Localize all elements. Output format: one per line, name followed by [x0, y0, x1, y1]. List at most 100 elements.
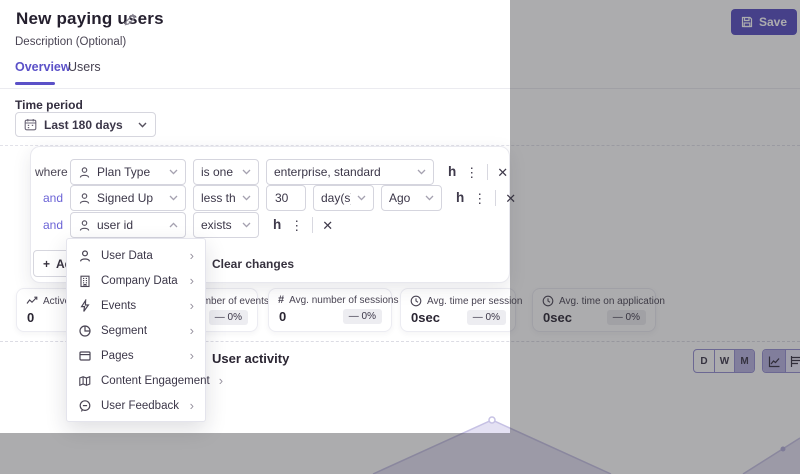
active-users-icon — [26, 295, 38, 307]
menu-item-events[interactable]: Events › — [67, 293, 205, 318]
delta-badge: — 0% — [606, 310, 646, 325]
number-icon: # — [278, 294, 285, 306]
divider — [487, 164, 489, 180]
nest-condition-icon[interactable]: h — [456, 191, 464, 205]
conjunction-label: and — [42, 218, 63, 232]
active-tab-underline — [15, 82, 55, 85]
filter-row: and Signed Up less than 30 day(s) Ago h — [35, 185, 516, 211]
activity-area-chart — [372, 416, 800, 474]
operator-select[interactable]: is one of — [193, 159, 259, 185]
tab-overview[interactable]: Overview — [15, 60, 71, 74]
conjunction-label: where — [35, 165, 68, 179]
value-select[interactable]: enterprise, standard — [266, 159, 434, 185]
plus-icon: + — [43, 256, 51, 271]
line-chart-icon — [768, 355, 781, 368]
table-rows-icon — [790, 355, 800, 368]
chevron-down-icon — [357, 195, 366, 201]
user-icon — [78, 249, 92, 263]
filter-row: where Plan Type is one of enterprise, st… — [35, 159, 508, 185]
table-view-button[interactable] — [785, 350, 800, 372]
field-select[interactable]: Signed Up — [70, 185, 186, 211]
field-select[interactable]: Plan Type — [70, 159, 186, 185]
filter-row: and user id exists h ⋮ ✕ — [35, 212, 333, 238]
chevron-right-icon: › — [189, 348, 194, 363]
delta-badge: — 0% — [466, 310, 506, 325]
delta-badge: — 0% — [208, 310, 248, 325]
user-icon — [78, 192, 91, 205]
direction-select[interactable]: Ago — [381, 185, 442, 211]
chevron-right-icon: › — [189, 398, 194, 413]
chevron-down-icon — [138, 122, 147, 128]
clear-changes-button[interactable]: Clear changes — [212, 257, 294, 271]
chevron-down-icon — [169, 169, 178, 175]
save-icon — [741, 16, 753, 28]
page-title: New paying users — [16, 9, 164, 28]
edit-title-icon[interactable] — [123, 12, 138, 32]
divider — [495, 190, 497, 206]
backdrop-overlay — [510, 0, 800, 474]
time-period-label: Time period — [15, 98, 83, 112]
operator-select[interactable]: less than — [193, 185, 259, 211]
save-button[interactable]: Save — [731, 9, 798, 35]
menu-item-pages[interactable]: Pages › — [67, 343, 205, 368]
menu-item-user-data[interactable]: User Data › — [67, 243, 205, 268]
user-icon — [78, 166, 91, 179]
kebab-menu-icon[interactable]: ⋮ — [290, 219, 303, 232]
data-point-marker — [780, 446, 786, 452]
tab-users[interactable]: Users — [68, 60, 101, 74]
header-divider — [0, 88, 800, 89]
chevron-right-icon: › — [189, 273, 194, 288]
pages-icon — [78, 349, 92, 363]
chevron-right-icon: › — [218, 373, 224, 388]
content-engagement-icon — [78, 374, 92, 388]
line-chart-button[interactable] — [763, 350, 785, 372]
clock-icon — [410, 295, 422, 307]
metric-card: Avg. time on application 0sec — 0% — [532, 288, 665, 332]
events-icon — [78, 298, 92, 313]
conjunction-label: and — [42, 191, 63, 205]
chevron-down-icon — [169, 195, 178, 201]
time-period-value: Last 180 days — [44, 117, 123, 132]
chevron-up-icon — [169, 222, 178, 228]
chevron-down-icon — [242, 222, 251, 228]
granularity-toggle: D W M — [693, 349, 755, 373]
calendar-icon — [24, 118, 37, 131]
nest-condition-icon[interactable]: h — [273, 218, 281, 232]
granularity-week-button[interactable]: W — [714, 350, 734, 372]
analytics-page: New paying users Description (Optional) … — [0, 0, 800, 474]
menu-item-segment[interactable]: Segment › — [67, 318, 205, 343]
chart-type-toggle — [762, 349, 800, 373]
user-icon — [78, 219, 91, 232]
kebab-menu-icon[interactable]: ⋮ — [473, 192, 486, 205]
description-field[interactable]: Description (Optional) — [15, 36, 126, 48]
granularity-month-button[interactable]: M — [734, 350, 754, 372]
chevron-right-icon: › — [189, 323, 194, 338]
remove-filter-icon[interactable]: ✕ — [322, 219, 333, 232]
menu-item-user-feedback[interactable]: User Feedback › — [67, 393, 205, 418]
field-select-open[interactable]: user id — [70, 212, 186, 238]
granularity-day-button[interactable]: D — [694, 350, 714, 372]
unit-select[interactable]: day(s) — [313, 185, 374, 211]
user-activity-heading: User activity — [212, 351, 290, 366]
metric-card: # Avg. number of sessions 0 — 0% — [268, 288, 398, 332]
operator-select[interactable]: exists — [193, 212, 259, 238]
chevron-down-icon — [242, 195, 251, 201]
segment-icon — [78, 324, 92, 338]
remove-filter-icon[interactable]: ✕ — [505, 192, 516, 205]
duration-input[interactable]: 30 — [266, 185, 306, 211]
chevron-right-icon: › — [189, 248, 194, 263]
chevron-right-icon: › — [189, 298, 194, 313]
menu-item-content-engagement[interactable]: Content Engagement › — [67, 368, 223, 393]
chevron-down-icon — [417, 169, 426, 175]
menu-item-company-data[interactable]: Company Data › — [67, 268, 205, 293]
divider — [312, 217, 314, 233]
delta-badge: — 0% — [342, 309, 382, 324]
nest-condition-icon[interactable]: h — [448, 165, 456, 179]
field-type-menu: User Data › Company Data › Events › Segm… — [66, 238, 223, 422]
user-feedback-icon — [78, 399, 92, 413]
metric-card: Avg. time per session 0sec — 0% — [400, 288, 522, 332]
remove-filter-icon[interactable]: ✕ — [497, 166, 508, 179]
chevron-down-icon — [425, 195, 434, 201]
kebab-menu-icon[interactable]: ⋮ — [465, 166, 478, 179]
time-period-select[interactable]: Last 180 days — [15, 112, 156, 137]
